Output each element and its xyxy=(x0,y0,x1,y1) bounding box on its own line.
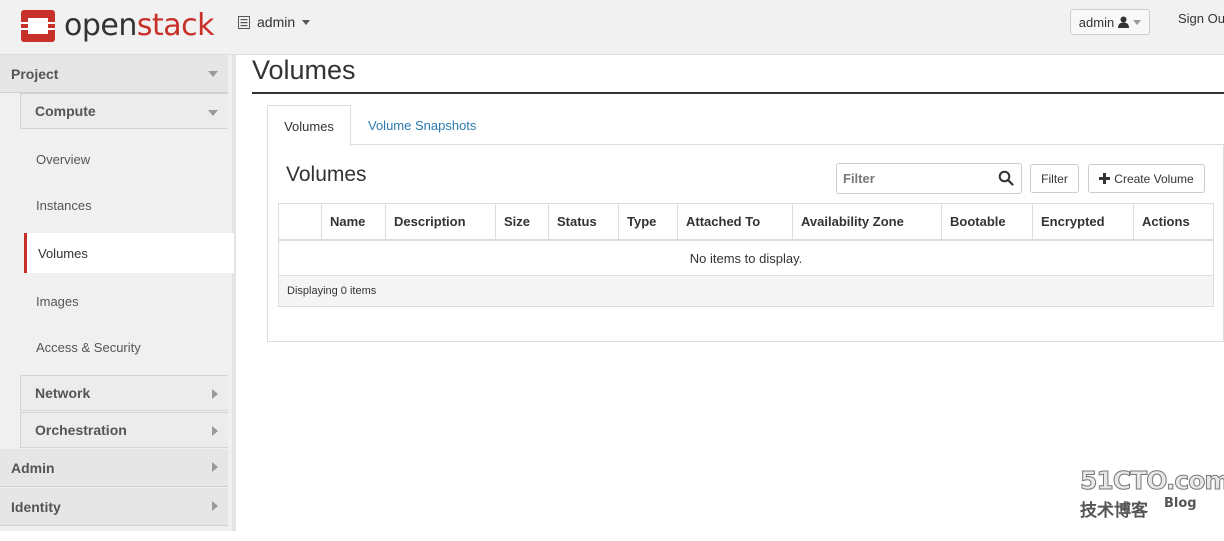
project-list-icon xyxy=(238,15,250,29)
sidebar-item-images[interactable]: Images xyxy=(20,279,232,323)
tab-volume-snapshots[interactable]: Volume Snapshots xyxy=(358,105,486,145)
chevron-right-icon xyxy=(212,501,218,511)
volumes-table: Name Description Size Status Type Attach… xyxy=(278,203,1214,307)
chevron-down-icon xyxy=(208,71,218,77)
sidebar-group-compute[interactable]: Compute xyxy=(20,93,228,129)
column-header-status[interactable]: Status xyxy=(548,204,618,239)
table-header: Name Description Size Status Type Attach… xyxy=(279,204,1213,241)
page-title: Volumes xyxy=(252,55,356,85)
sidebar-group-label: Compute xyxy=(35,103,96,119)
project-name: admin xyxy=(257,14,296,30)
sign-out-link[interactable]: Sign Out xyxy=(1178,11,1224,26)
sidebar-section-label: Project xyxy=(11,65,59,82)
chevron-down-icon xyxy=(1133,19,1142,25)
sidebar-section-project[interactable]: Project xyxy=(0,55,228,93)
chevron-down-icon xyxy=(302,19,311,25)
column-header-description[interactable]: Description xyxy=(385,204,495,239)
sidebar-section-admin[interactable]: Admin xyxy=(0,449,228,487)
top-bar: openstack admin admin Sign Out xyxy=(0,0,1224,55)
watermark-cn: 技术博客 xyxy=(1080,501,1148,521)
watermark-blog: Blog xyxy=(1164,496,1197,511)
column-header-encrypted[interactable]: Encrypted xyxy=(1032,204,1133,239)
create-volume-label: Create Volume xyxy=(1114,171,1194,186)
sidebar-group-orchestration[interactable]: Orchestration xyxy=(20,412,228,448)
search-icon[interactable] xyxy=(998,170,1014,186)
chevron-right-icon xyxy=(212,389,218,399)
logo-text: openstack xyxy=(64,8,215,43)
title-divider xyxy=(252,92,1224,94)
openstack-logo-icon xyxy=(21,9,55,42)
sidebar-group-label: Network xyxy=(35,385,91,401)
column-header-name[interactable]: Name xyxy=(321,204,385,239)
project-switcher[interactable]: admin xyxy=(238,14,311,30)
table-footer: Displaying 0 items xyxy=(279,276,1213,306)
panel-title: Volumes xyxy=(286,163,367,186)
sidebar-item-access-security[interactable]: Access & Security xyxy=(20,325,232,369)
sidebar-item-volumes[interactable]: Volumes xyxy=(24,233,234,273)
select-all-column[interactable] xyxy=(279,204,321,239)
sidebar-section-identity[interactable]: Identity xyxy=(0,488,228,526)
tab-volumes[interactable]: Volumes xyxy=(267,105,351,146)
chevron-right-icon xyxy=(212,426,218,436)
chevron-down-icon xyxy=(208,110,218,116)
sidebar-section-label: Admin xyxy=(11,459,55,476)
column-header-size[interactable]: Size xyxy=(495,204,548,239)
user-name: admin xyxy=(1078,14,1115,30)
column-header-type[interactable]: Type xyxy=(618,204,677,239)
filter-input[interactable] xyxy=(836,163,1022,194)
column-header-attached-to[interactable]: Attached To xyxy=(677,204,792,239)
sidebar: Project Compute Overview Instances Volum… xyxy=(0,55,236,531)
column-header-actions: Actions xyxy=(1133,204,1213,239)
column-header-bootable[interactable]: Bootable xyxy=(941,204,1032,239)
sidebar-section-label: Identity xyxy=(11,498,61,515)
filter-button[interactable]: Filter xyxy=(1030,164,1079,193)
watermark-logo: 51CTO.com 技术博客 Blog xyxy=(1080,466,1224,526)
watermark-subtitle: 技术博客 Blog xyxy=(1080,496,1210,521)
openstack-logo[interactable]: openstack xyxy=(20,8,215,43)
empty-table-message: No items to display. xyxy=(279,241,1213,276)
plus-icon xyxy=(1099,173,1111,184)
create-volume-button[interactable]: Create Volume xyxy=(1088,164,1205,193)
sidebar-item-overview[interactable]: Overview xyxy=(20,137,232,181)
user-icon xyxy=(1118,16,1130,28)
sidebar-item-instances[interactable]: Instances xyxy=(20,183,232,227)
watermark-title: 51CTO.com xyxy=(1080,466,1224,496)
user-menu-button[interactable]: admin xyxy=(1070,9,1150,35)
sidebar-group-label: Orchestration xyxy=(35,422,127,438)
column-header-availability-zone[interactable]: Availability Zone xyxy=(792,204,941,239)
sidebar-group-network[interactable]: Network xyxy=(20,375,228,411)
chevron-right-icon xyxy=(212,462,218,472)
